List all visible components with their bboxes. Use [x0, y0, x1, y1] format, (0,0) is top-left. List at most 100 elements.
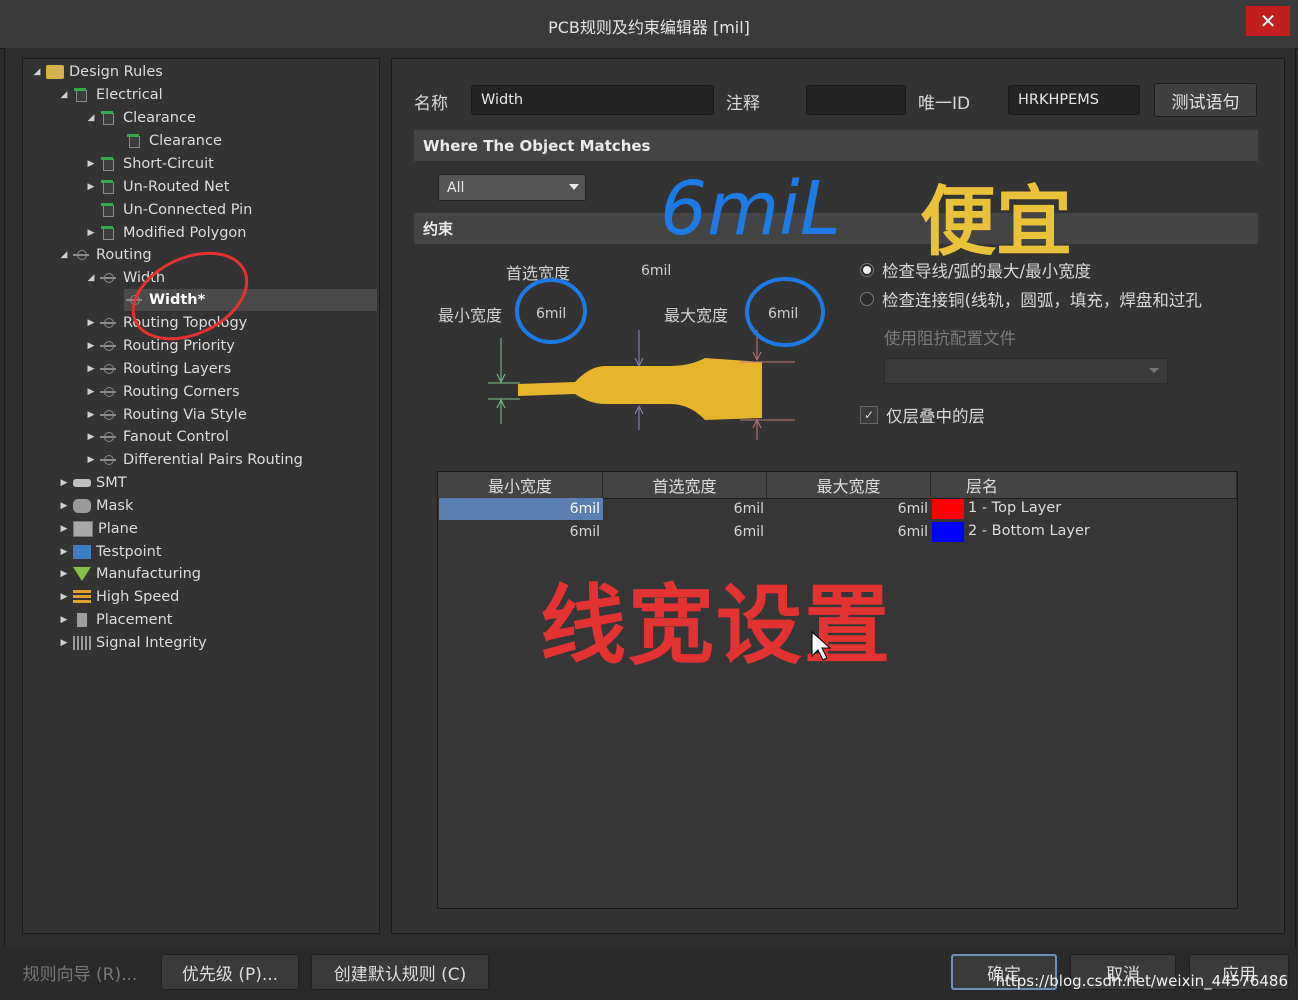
title-bar: PCB规则及约束编辑器 [mil] ✕ [0, 0, 1298, 49]
collapse-triangle-icon[interactable]: ◢ [84, 273, 98, 283]
radio-selected-icon[interactable] [860, 263, 874, 277]
tree-item-fanout-control[interactable]: ▶ Fanout Control [84, 426, 229, 448]
radio-unselected-icon[interactable] [860, 292, 874, 306]
checkbox-checked-icon[interactable]: ✓ [860, 406, 878, 424]
tree-item-short-circuit[interactable]: ▶ Short-Circuit [84, 153, 214, 175]
close-button[interactable]: ✕ [1246, 6, 1290, 36]
tree-item-routing-topology[interactable]: ▶ Routing Topology [84, 312, 248, 334]
tree-item-clearance-rule[interactable]: Clearance [124, 130, 222, 152]
expand-triangle-icon[interactable]: ▶ [84, 364, 98, 374]
tree-item-unrouted-net[interactable]: ▶ Un-Routed Net [84, 176, 230, 198]
max-width-label: 最大宽度 [664, 306, 729, 325]
tree-item-unconnected-pin[interactable]: Un-Connected Pin [98, 199, 252, 221]
priority-button[interactable]: 优先级 (P)... [161, 954, 299, 990]
tree-item-plane[interactable]: ▶ Plane [57, 518, 138, 540]
tree-item-testpoint[interactable]: ▶ Testpoint [57, 541, 162, 563]
expand-triangle-icon[interactable]: ▶ [84, 228, 98, 238]
expand-triangle-icon[interactable]: ▶ [57, 524, 71, 534]
expand-triangle-icon[interactable]: ▶ [57, 501, 71, 511]
mask-icon [73, 499, 91, 513]
expand-triangle-icon[interactable]: ▶ [84, 410, 98, 420]
tree-item-routing-layers[interactable]: ▶ Routing Layers [84, 358, 232, 380]
option-label: 使用阻抗配置文件 [884, 329, 1016, 348]
routing-icon [126, 293, 144, 307]
expand-triangle-icon[interactable]: ▶ [57, 592, 71, 602]
tree-item-placement[interactable]: ▶ Placement [57, 609, 173, 631]
chevron-down-icon [569, 184, 579, 190]
expand-triangle-icon[interactable]: ▶ [57, 638, 71, 648]
column-header-layer[interactable]: 层名 [931, 472, 1237, 498]
column-header-min[interactable]: 最小宽度 [438, 472, 603, 498]
layer-color-swatch [932, 522, 964, 542]
name-label: 名称 [414, 94, 448, 114]
collapse-triangle-icon[interactable]: ◢ [84, 113, 98, 123]
tree-label: Routing Layers [123, 361, 232, 377]
match-scope-dropdown[interactable]: All [438, 174, 586, 201]
stack-layers-only-option[interactable]: ✓ 仅层叠中的层 [860, 403, 985, 427]
max-width-value[interactable]: 6mil [768, 306, 798, 322]
unique-id-label: 唯一ID [918, 94, 971, 114]
tree-item-diff-pairs-routing[interactable]: ▶ Differential Pairs Routing [84, 449, 303, 471]
tree-item-width-group[interactable]: ◢ Width [84, 267, 166, 289]
tree-item-smt[interactable]: ▶ SMT [57, 472, 127, 494]
cell-max-width[interactable]: 6mil [767, 521, 931, 543]
tree-label: High Speed [96, 589, 180, 605]
impedance-profile-dropdown [884, 358, 1168, 384]
expand-triangle-icon[interactable]: ▶ [84, 318, 98, 328]
expand-triangle-icon[interactable]: ▶ [84, 387, 98, 397]
option-label: 检查连接铜(线轨，圆弧，填充，焊盘和过孔 [882, 291, 1202, 310]
tree-item-design-rules[interactable]: ◢ Design Rules [30, 61, 163, 83]
test-query-button[interactable]: 测试语句 [1154, 83, 1257, 117]
tree-item-routing-via-style[interactable]: ▶ Routing Via Style [84, 404, 247, 426]
expand-triangle-icon[interactable]: ▶ [84, 455, 98, 465]
tree-item-high-speed[interactable]: ▶ High Speed [57, 586, 180, 608]
expand-triangle-icon[interactable]: ▶ [84, 432, 98, 442]
create-default-rules-button[interactable]: 创建默认规则 (C) [311, 954, 489, 990]
tree-item-width-rule[interactable]: Width* [124, 289, 377, 311]
column-header-max[interactable]: 最大宽度 [767, 472, 931, 498]
collapse-triangle-icon[interactable]: ◢ [30, 67, 44, 77]
impedance-profile-option: 使用阻抗配置文件 [884, 325, 1016, 349]
cell-layer-name[interactable]: 1 - Top Layer [968, 500, 1061, 516]
handwritten-red-note: 线宽设置 [540, 575, 892, 676]
tree-item-routing[interactable]: ◢ Routing [57, 244, 152, 266]
collapse-triangle-icon[interactable]: ◢ [57, 250, 71, 260]
tree-item-routing-priority[interactable]: ▶ Routing Priority [84, 335, 235, 357]
expand-triangle-icon[interactable]: ▶ [57, 615, 71, 625]
tree-item-routing-corners[interactable]: ▶ Routing Corners [84, 381, 240, 403]
check-copper-width-option[interactable]: 检查连接铜(线轨，圆弧，填充，焊盘和过孔 [860, 287, 1202, 311]
expand-triangle-icon[interactable]: ▶ [57, 478, 71, 488]
manufacturing-icon [73, 567, 91, 581]
cell-preferred-width[interactable]: 6mil [603, 498, 767, 520]
min-width-value[interactable]: 6mil [536, 306, 566, 322]
unique-id-field[interactable]: HRKHPEMS [1008, 85, 1140, 115]
cell-min-width[interactable]: 6mil [439, 498, 603, 520]
routing-icon [100, 362, 118, 376]
tree-item-signal-integrity[interactable]: ▶ Signal Integrity [57, 632, 207, 654]
rule-wizard-button[interactable]: 规则向导 (R)... [12, 954, 148, 990]
expand-triangle-icon[interactable]: ▶ [57, 547, 71, 557]
expand-triangle-icon[interactable]: ▶ [84, 182, 98, 192]
name-field[interactable]: Width [471, 85, 714, 115]
tree-item-mask[interactable]: ▶ Mask [57, 495, 134, 517]
tree-label: Plane [98, 521, 138, 537]
cell-layer-name[interactable]: 2 - Bottom Layer [968, 523, 1090, 539]
tree-item-manufacturing[interactable]: ▶ Manufacturing [57, 563, 201, 585]
tree-item-clearance-group[interactable]: ◢ Clearance [84, 107, 196, 129]
column-header-preferred[interactable]: 首选宽度 [603, 472, 767, 498]
option-label: 仅层叠中的层 [886, 407, 985, 426]
comment-field[interactable] [806, 85, 906, 115]
tree-label: Routing Corners [123, 384, 240, 400]
expand-triangle-icon[interactable]: ▶ [84, 159, 98, 169]
cell-min-width[interactable]: 6mil [439, 521, 603, 543]
cell-max-width[interactable]: 6mil [767, 498, 931, 520]
tree-label: Clearance [123, 110, 196, 126]
expand-triangle-icon[interactable]: ▶ [57, 569, 71, 579]
tree-label: Manufacturing [96, 566, 201, 582]
preferred-width-value[interactable]: 6mil [641, 263, 671, 279]
cell-preferred-width[interactable]: 6mil [603, 521, 767, 543]
collapse-triangle-icon[interactable]: ◢ [57, 90, 71, 100]
tree-item-modified-polygon[interactable]: ▶ Modified Polygon [84, 222, 247, 244]
tree-item-electrical[interactable]: ◢ Electrical [57, 84, 163, 106]
expand-triangle-icon[interactable]: ▶ [84, 341, 98, 351]
